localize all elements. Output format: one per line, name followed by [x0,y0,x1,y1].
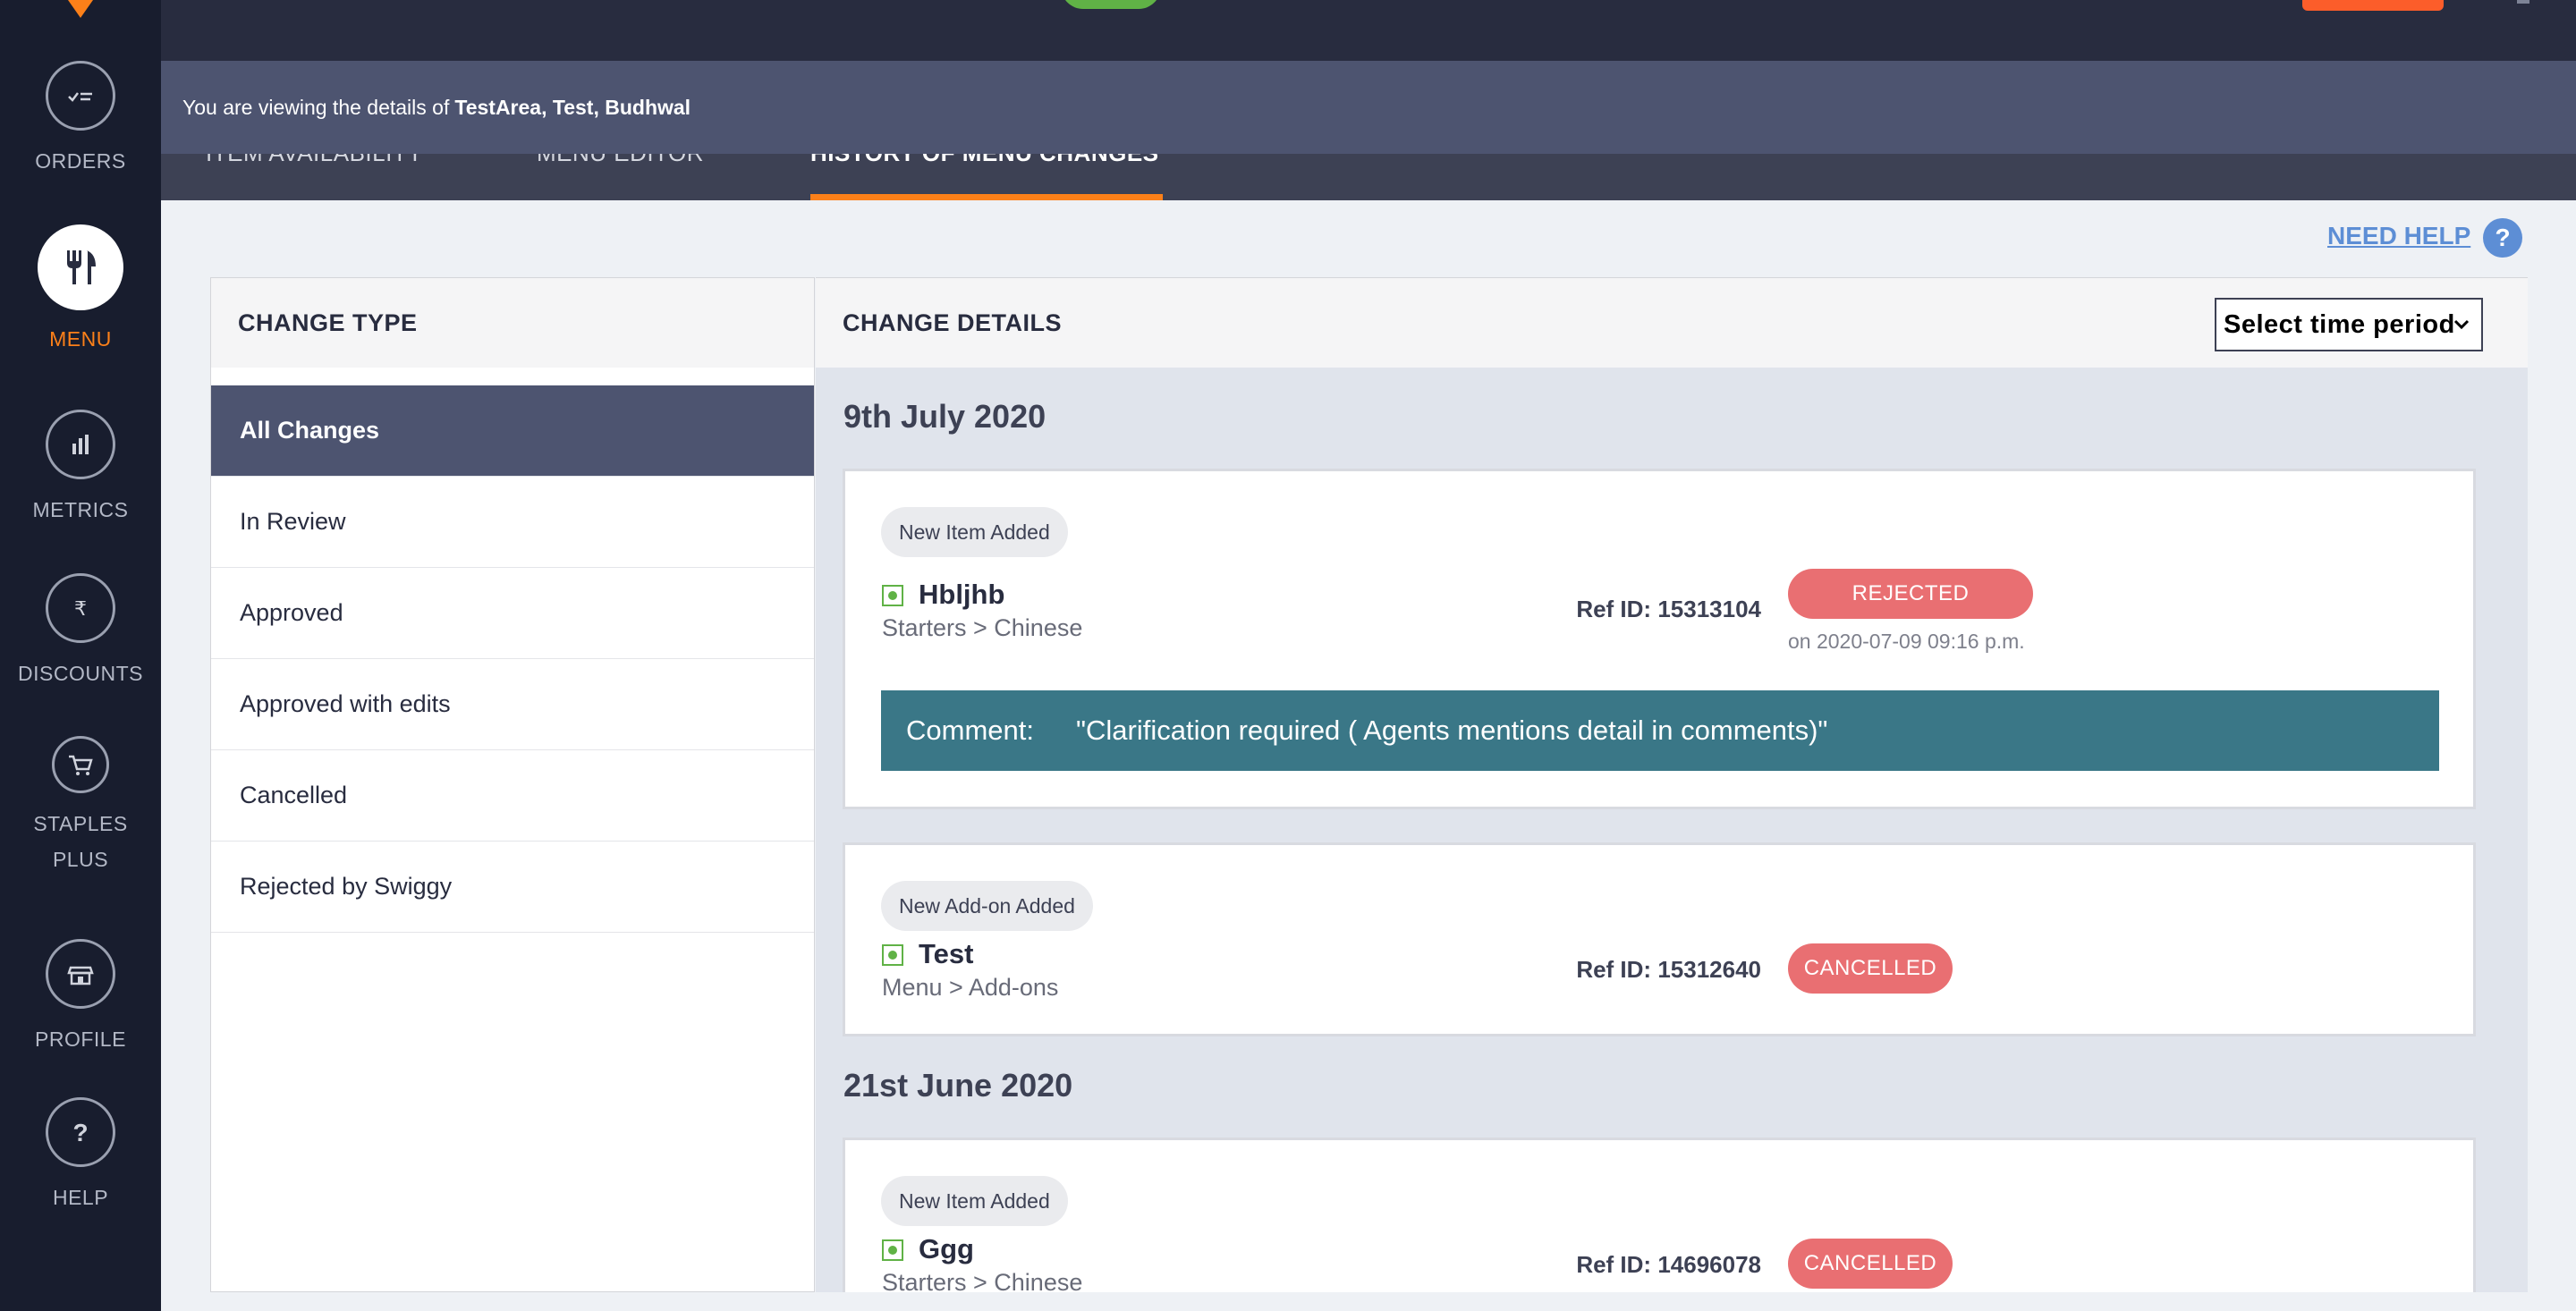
status-timestamp: on 2020-07-09 09:16 p.m. [1788,630,2025,653]
item-name: Ggg [919,1233,974,1264]
top-bar [161,0,2576,61]
change-type-all-changes[interactable]: All Changes [211,385,814,477]
sidebar-item-label: METRICS [32,498,129,521]
change-card[interactable]: New Item Added Hbljhb Starters > Chinese… [843,469,2476,809]
sidebar-item-profile[interactable]: PROFILE [0,939,161,1057]
change-type-in-review[interactable]: In Review [211,477,814,568]
tab-history-of-menu-changes[interactable]: HISTORY OF MENU CHANGES [810,154,1159,167]
date-heading: 9th July 2020 [843,398,1046,435]
online-toggle[interactable] [1061,0,1161,9]
change-type-approved[interactable]: Approved [211,568,814,659]
banner-prefix: You are viewing the details of [182,95,450,119]
chevron-down-icon [2453,319,2470,330]
notification-icon[interactable] [2517,0,2529,4]
item-name: Hbljhb [919,579,1005,610]
sidebar-item-menu[interactable]: MENU [0,224,161,357]
sidebar-item-discounts[interactable]: ₹ DISCOUNTS [0,573,161,691]
date-heading: 21st June 2020 [843,1067,1073,1104]
item-path: Menu > Add-ons [882,974,1059,1001]
cart-icon [52,736,109,793]
time-period-select[interactable]: Select time period [2215,298,2483,351]
comment-label: Comment: [906,715,1034,746]
change-type-approved-with-edits[interactable]: Approved with edits [211,659,814,750]
bottom-scroll-area [161,1293,2576,1311]
sidebar-item-label: STAPLES PLUS [0,806,161,877]
change-card[interactable]: New Item Added Ggg Starters > Chinese Re… [843,1138,2476,1292]
rupee-icon: ₹ [46,573,115,643]
question-icon: ? [46,1097,115,1167]
time-period-value: Select time period [2224,309,2455,339]
bar-chart-icon [46,410,115,479]
top-action-button[interactable] [2302,0,2444,11]
staples-label: STAPLES [33,812,128,835]
change-type-chip: New Item Added [881,507,1068,557]
item-path: Starters > Chinese [882,614,1083,641]
comment-box: Comment: "Clarification required ( Agent… [881,690,2439,771]
veg-indicator-icon [882,585,903,606]
comment-text: "Clarification required ( Agents mention… [1076,715,1828,746]
menu-tabs: ITEM AVAILABILITY MENU EDITOR HISTORY OF… [161,154,2576,200]
sidebar-item-label: HELP [52,1186,109,1209]
svg-text:?: ? [72,1119,88,1146]
sidebar-item-label: PROFILE [35,1028,126,1051]
sidebar-item-label: ORDERS [35,149,126,173]
sidebar-item-help[interactable]: ? HELP [0,1097,161,1215]
tab-item-availability[interactable]: ITEM AVAILABILITY [206,154,423,167]
ref-id: Ref ID: 14696078 [1576,1251,1761,1278]
sidebar-item-staples-plus[interactable]: STAPLES PLUS [0,736,161,877]
viewing-banner: You are viewing the details of TestArea,… [161,61,2576,154]
orders-icon [46,61,115,131]
change-card[interactable]: New Add-on Added Test Menu > Add-ons Ref… [843,842,2476,1036]
change-type-cancelled[interactable]: Cancelled [211,750,814,842]
change-type-panel: CHANGE TYPE All Changes In Review Approv… [210,277,815,1292]
veg-indicator-icon [882,1239,903,1261]
store-icon [46,939,115,1009]
change-type-list: All Changes In Review Approved Approved … [211,385,814,933]
ref-id: Ref ID: 15313104 [1576,596,1761,622]
plus-label: PLUS [52,848,109,871]
active-tab-indicator [810,194,1163,200]
change-details-title: CHANGE DETAILS [843,309,1063,336]
sidebar-item-label: MENU [49,327,112,351]
change-details-header: CHANGE DETAILS Select time period [816,278,2528,368]
status-badge: CANCELLED [1788,943,1953,994]
need-help-link[interactable]: NEED HELP [2327,222,2470,250]
status-badge: REJECTED [1788,569,2033,619]
ref-id: Ref ID: 15312640 [1576,956,1761,983]
item-path: Starters > Chinese [882,1269,1083,1292]
swiggy-logo-icon [68,0,93,18]
veg-indicator-icon [882,944,903,966]
fork-knife-icon [38,224,123,310]
svg-text:₹: ₹ [74,598,87,621]
change-type-rejected-by-swiggy[interactable]: Rejected by Swiggy [211,842,814,933]
sidebar-item-label: DISCOUNTS [18,662,143,685]
change-type-title: CHANGE TYPE [211,278,814,368]
sidebar: ORDERS MENU METRICS ₹ DISCOUNTS STAPLES … [0,0,161,1311]
change-type-chip: New Item Added [881,1176,1068,1226]
item-name: Test [919,938,974,969]
tab-menu-editor[interactable]: MENU EDITOR [537,154,704,167]
sidebar-item-metrics[interactable]: METRICS [0,410,161,528]
status-badge: CANCELLED [1788,1239,1953,1289]
change-details-panel: CHANGE DETAILS Select time period 9th Ju… [816,277,2528,1292]
help-question-icon[interactable]: ? [2483,218,2522,258]
change-type-chip: New Add-on Added [881,881,1093,931]
sidebar-item-orders[interactable]: ORDERS [0,61,161,179]
banner-outlet: TestArea, Test, Budhwal [454,95,691,119]
